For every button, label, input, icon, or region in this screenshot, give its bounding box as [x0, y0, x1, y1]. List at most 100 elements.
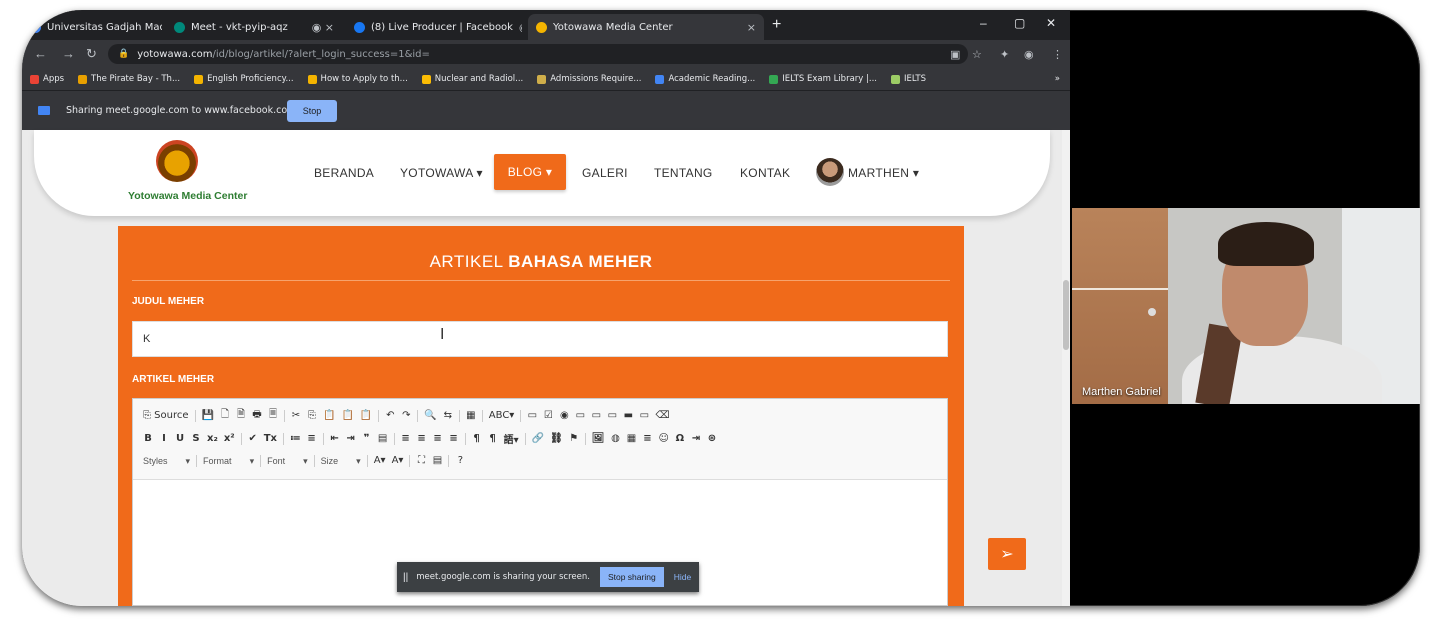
reload-icon[interactable]: ↻	[86, 46, 97, 62]
toolbar-button[interactable]: ≔	[290, 433, 301, 444]
window-close-icon[interactable]: ✕	[1046, 16, 1056, 30]
back-icon[interactable]: ←	[34, 46, 47, 61]
toolbar-button[interactable]: ▦	[626, 433, 636, 444]
toolbar-button[interactable]: ▤	[432, 455, 442, 467]
toolbar-button[interactable]: 📋	[360, 410, 372, 421]
toolbar-button[interactable]: A▾	[392, 455, 404, 467]
tab-yotowawa[interactable]: Yotowawa Media Center ×	[528, 14, 764, 40]
tab-ugm-calendar[interactable]: Universitas Gadjah Mada - Calen ×	[22, 14, 162, 40]
nav-kontak[interactable]: KONTAK	[740, 166, 790, 180]
toolbar-button[interactable]: ◉	[559, 410, 569, 421]
toolbar-button[interactable]: 📋	[341, 410, 353, 421]
toolbar-button[interactable]: 🖶	[252, 407, 262, 424]
toolbar-button[interactable]: ABC▾	[489, 410, 515, 421]
toolbar-button[interactable]: ▭	[527, 410, 537, 421]
toolbar-button[interactable]: ⇥	[346, 433, 356, 444]
toolbar-button[interactable]: ⇆	[443, 410, 453, 421]
toolbar-button[interactable]: U	[175, 433, 185, 444]
avatar[interactable]	[816, 158, 844, 186]
toolbar-button[interactable]: ≡	[307, 433, 317, 444]
yotowawa-logo[interactable]	[156, 140, 198, 182]
toolbar-button[interactable]: ↶	[385, 410, 395, 421]
toolbar-button[interactable]: x²	[224, 433, 235, 444]
nav-blog[interactable]: BLOG ▾	[494, 154, 566, 190]
toolbar-button[interactable]: ¶	[472, 433, 482, 444]
toolbar-button[interactable]: ☺	[658, 433, 668, 444]
bookmark-apps[interactable]: Apps	[30, 74, 64, 84]
toolbar-button[interactable]: B	[143, 433, 153, 444]
close-icon[interactable]: ◉ ×	[312, 21, 334, 34]
bookmark-english-proficiency[interactable]: English Proficiency...	[194, 74, 294, 84]
toolbar-button[interactable]: ⎘	[307, 410, 317, 421]
toolbar-button[interactable]: ≡	[417, 433, 427, 444]
toolbar-button[interactable]: ?	[455, 455, 465, 467]
toolbar-button[interactable]: 🔍	[424, 410, 436, 421]
toolbar-button[interactable]: ⇤	[330, 433, 340, 444]
toolbar-button[interactable]: ¶	[488, 433, 498, 444]
toolbar-button[interactable]: ↷	[401, 410, 411, 421]
toolbar-button[interactable]: ☑	[543, 410, 553, 421]
drag-handle-icon[interactable]: ||	[403, 572, 408, 583]
bookmark-ielts-library[interactable]: IELTS Exam Library |...	[769, 74, 877, 84]
toolbar-button[interactable]: ◍	[610, 433, 620, 444]
toolbar-button[interactable]: S	[191, 433, 201, 444]
toolbar-button[interactable]: I	[159, 433, 169, 444]
url-input[interactable]: 🔒 yotowawa.com/id/blog/artikel/?alert_lo…	[108, 44, 968, 64]
stop-sharing-button[interactable]: Stop	[287, 100, 337, 122]
toolbar-button[interactable]: 語▾	[504, 431, 519, 446]
tab-meet[interactable]: Meet - vkt-pyip-aqz ◉ ×	[166, 14, 342, 40]
toolbar-button[interactable]: ⛓	[550, 433, 563, 444]
toolbar-button[interactable]: ⚑	[569, 433, 579, 444]
nav-yotowawa[interactable]: YOTOWAWA ▾	[400, 166, 483, 180]
scrollbar-thumb[interactable]	[1063, 280, 1069, 350]
toolbar-button[interactable]: 📋	[323, 410, 335, 421]
bookmark-admissions[interactable]: Admissions Require...	[537, 74, 641, 84]
toolbar-button[interactable]: Tx	[264, 433, 277, 444]
meet-hide-button[interactable]: Hide	[674, 572, 691, 582]
new-tab-button[interactable]: +	[772, 16, 781, 34]
toolbar-button[interactable]: ▬	[623, 410, 633, 421]
bookmark-ielts[interactable]: IELTS	[890, 74, 926, 84]
size-select[interactable]: Size ▾	[321, 456, 361, 467]
font-select[interactable]: Font ▾	[267, 456, 308, 467]
toolbar-button[interactable]: ≡	[642, 433, 652, 444]
meet-stop-sharing-button[interactable]: Stop sharing	[599, 567, 664, 587]
menu-icon[interactable]: ⋮	[1052, 48, 1063, 61]
toolbar-button[interactable]: ▭	[639, 410, 649, 421]
toolbar-button[interactable]: ▭	[575, 410, 585, 421]
toolbar-button[interactable]: ⌫	[655, 410, 669, 421]
format-select[interactable]: Format ▾	[203, 456, 254, 467]
styles-select[interactable]: Styles ▾	[143, 456, 190, 467]
toolbar-button[interactable]: 🔗	[532, 433, 544, 444]
maximize-icon[interactable]: ▢	[1014, 16, 1025, 30]
toolbar-button[interactable]: 🗎	[236, 407, 246, 424]
nav-user-menu[interactable]: MARTHEN ▾	[848, 166, 919, 180]
close-icon[interactable]: ◉ ×	[519, 21, 522, 34]
toolbar-button[interactable]: ▭	[591, 410, 601, 421]
close-icon[interactable]: ×	[747, 21, 756, 34]
bookmark-academic-reading[interactable]: Academic Reading...	[655, 74, 755, 84]
forward-icon[interactable]: →	[62, 46, 75, 61]
toolbar-button[interactable]: 🗏	[268, 407, 278, 424]
toolbar-button[interactable]: ≡	[449, 433, 459, 444]
toolbar-button[interactable]: Ω	[675, 433, 685, 444]
page-scrollbar[interactable]	[1062, 130, 1070, 606]
toolbar-button[interactable]: ✔	[248, 433, 258, 444]
toolbar-button[interactable]: 💾	[202, 410, 214, 421]
toolbar-button[interactable]: 🗋	[220, 407, 230, 424]
toolbar-button[interactable]: x₂	[207, 433, 218, 444]
bookmark-pirate-bay[interactable]: The Pirate Bay - Th...	[78, 74, 180, 84]
toolbar-button[interactable]: ✂	[291, 410, 301, 421]
nav-beranda[interactable]: BERANDA	[314, 166, 374, 180]
toolbar-button[interactable]: ❞	[362, 433, 372, 444]
toolbar-button[interactable]: A▾	[374, 455, 386, 467]
minimize-icon[interactable]: –	[980, 16, 987, 30]
translate-icon[interactable]: ▣	[950, 48, 960, 61]
nav-galeri[interactable]: GALERI	[582, 166, 628, 180]
more-bookmarks-icon[interactable]: »	[1055, 74, 1060, 84]
toolbar-button[interactable]: ≡	[401, 433, 411, 444]
toolbar-button[interactable]: ⎘ Source	[143, 410, 189, 421]
toolbar-button[interactable]: ⇥	[691, 433, 701, 444]
star-icon[interactable]: ☆	[972, 48, 982, 61]
toolbar-button[interactable]: ≡	[433, 433, 443, 444]
